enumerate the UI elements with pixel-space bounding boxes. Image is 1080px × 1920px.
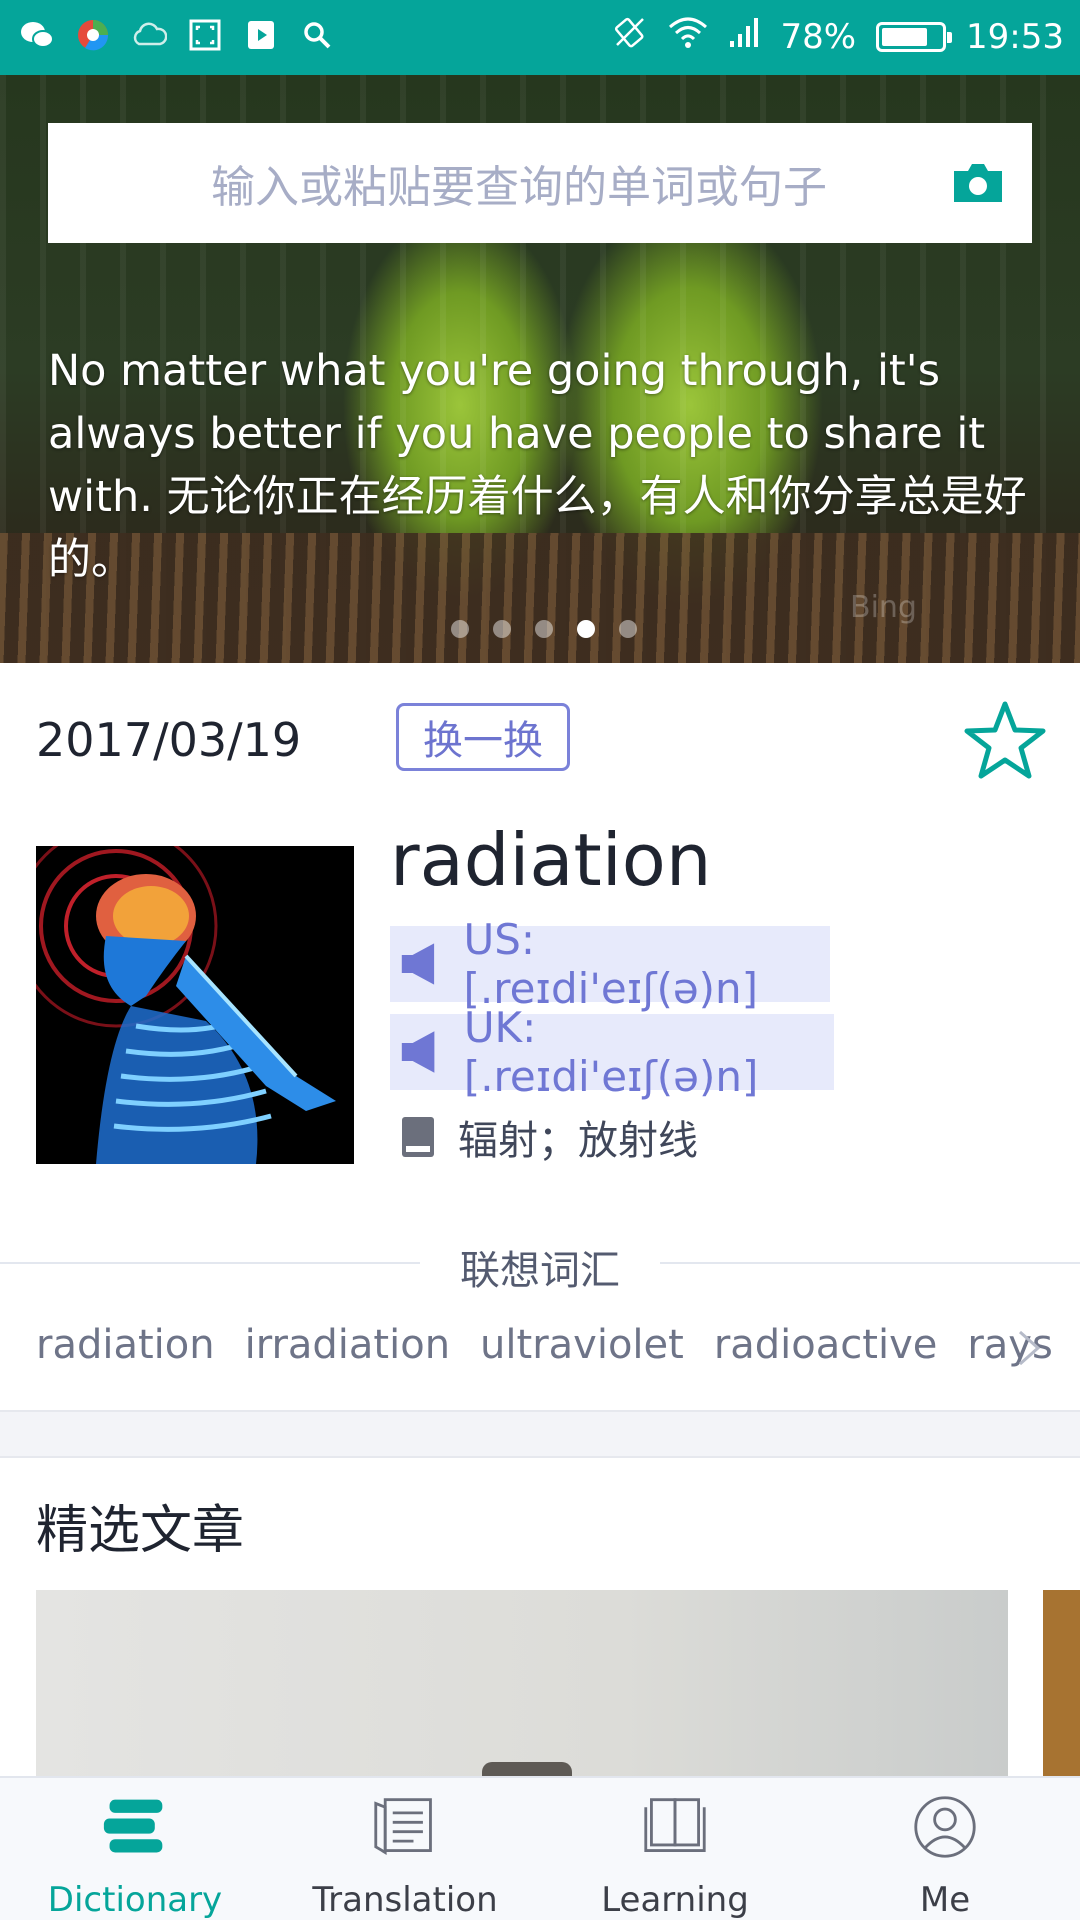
wifi-icon — [668, 15, 708, 58]
chevron-right-icon[interactable] — [1014, 1328, 1044, 1368]
status-bar: 78% 19:53 — [0, 0, 1080, 75]
battery-level — [882, 27, 928, 46]
us-pronunciation-text: US: [.reɪdi'eɪʃ(ə)n] — [463, 915, 759, 1013]
related-word[interactable]: irradiation — [245, 1322, 450, 1368]
tab-learning[interactable]: Learning — [540, 1778, 810, 1920]
uk-pronunciation-text: UK: [.reɪdi'eɪʃ(ə)n] — [463, 1003, 759, 1101]
speaker-icon — [401, 943, 435, 985]
word-title: radiation — [390, 818, 712, 902]
related-words-list: radiation irradiation ultraviolet radioa… — [36, 1322, 1053, 1368]
speaker-icon — [401, 1031, 435, 1073]
search-placeholder: 输入或粘贴要查询的单词或句子 — [211, 162, 827, 213]
tab-translation[interactable]: Translation — [270, 1778, 540, 1920]
rotate-icon — [612, 14, 648, 59]
carousel-dot[interactable] — [493, 620, 511, 638]
tab-label: Translation — [312, 1880, 498, 1920]
related-words-title: 联想词汇 — [460, 1248, 620, 1294]
meaning-text: 辐射；放射线 — [458, 1118, 698, 1164]
word-illustration — [36, 846, 354, 1164]
tab-label: Dictionary — [47, 1880, 223, 1920]
word-date: 2017/03/19 — [36, 713, 302, 767]
favorite-star-icon[interactable] — [964, 700, 1046, 780]
battery-percent: 78% — [780, 16, 857, 57]
featured-articles-title: 精选文章 — [36, 1501, 245, 1561]
divider-line — [0, 1262, 420, 1264]
dictionary-icon — [103, 1799, 163, 1853]
related-word[interactable]: radiation — [36, 1322, 215, 1368]
word-meaning: 辐射；放射线 — [400, 1108, 698, 1166]
book-icon — [402, 1117, 434, 1157]
carousel-dot[interactable] — [535, 620, 553, 638]
tab-dictionary[interactable]: Dictionary — [0, 1778, 270, 1920]
learning-icon — [644, 1798, 706, 1852]
tab-label: Me — [919, 1880, 971, 1920]
battery-icon — [876, 21, 953, 52]
browser-icon — [74, 16, 112, 54]
daily-quote-banner[interactable]: 输入或粘贴要查询的单词或句子 No matter what you're goi… — [0, 75, 1080, 663]
carousel-dot-active[interactable] — [577, 620, 595, 638]
change-word-button[interactable]: 换一换 — [396, 703, 570, 771]
system-status: 78% 19:53 — [612, 14, 1064, 59]
profile-icon — [914, 1796, 976, 1858]
daily-quote: No matter what you're going through, it'… — [48, 346, 1027, 585]
clock: 19:53 — [966, 16, 1064, 57]
signal-icon — [728, 15, 760, 58]
translation-icon — [374, 1798, 432, 1855]
us-pronunciation-button[interactable]: US: [.reɪdi'eɪʃ(ə)n] — [390, 915, 830, 1013]
uk-pronunciation-button[interactable]: UK: [.reɪdi'eɪʃ(ə)n] — [390, 1003, 834, 1101]
related-word[interactable]: radioactive — [714, 1322, 938, 1368]
tab-label: Learning — [601, 1880, 749, 1920]
search-icon — [298, 16, 336, 54]
tab-me[interactable]: Me — [810, 1778, 1080, 1920]
wechat-icon — [18, 16, 56, 54]
screenshot-icon — [186, 16, 224, 54]
divider-line — [660, 1262, 1080, 1264]
cloud-icon — [130, 16, 168, 54]
notification-icons — [18, 16, 336, 54]
section-divider — [0, 1410, 1080, 1458]
carousel-indicator — [0, 620, 1080, 638]
camera-icon[interactable] — [950, 161, 1006, 205]
video-icon — [242, 16, 280, 54]
bottom-navigation: Dictionary Translation Learning Me — [0, 1776, 1080, 1920]
carousel-dot[interactable] — [619, 620, 637, 638]
related-word[interactable]: ultraviolet — [480, 1322, 684, 1368]
carousel-dot[interactable] — [451, 620, 469, 638]
search-input[interactable]: 输入或粘贴要查询的单词或句子 — [48, 123, 1032, 243]
